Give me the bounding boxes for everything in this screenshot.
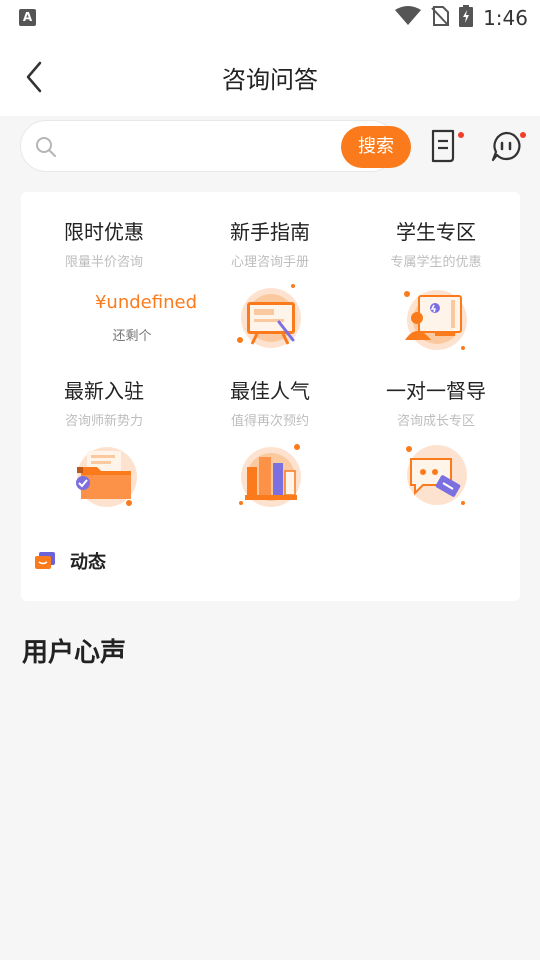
grid-item-new-arrivals[interactable]: 最新入驻 咨询师新势力 <box>21 375 187 525</box>
easel-icon <box>237 284 301 348</box>
page-title: 咨询问答 <box>222 66 318 94</box>
offer-remaining: 还剩个 <box>112 329 152 344</box>
status-right: 1:46 <box>395 5 528 31</box>
grid-item-title: 学生专区 <box>396 220 476 244</box>
note-button[interactable] <box>430 128 466 164</box>
chat-ticket-icon <box>406 445 467 505</box>
grid-item-beginner-guide[interactable]: 新手指南 心理咨询手册 <box>187 216 353 366</box>
offer-price: ¥undefined <box>94 292 197 313</box>
message-badge-dot <box>520 132 526 138</box>
search-button[interactable]: 搜索 <box>341 126 411 168</box>
grid-item-subtitle: 专属学生的优惠 <box>390 255 482 270</box>
dynamic-label: 动态 <box>70 552 106 573</box>
dynamic-entry[interactable]: 动态 <box>34 548 106 574</box>
grid-item-title: 最佳人气 <box>230 379 310 403</box>
student-icon <box>404 290 467 350</box>
grid-item-subtitle: 咨询成长专区 <box>396 414 475 429</box>
folder-icon <box>76 447 137 507</box>
grid-item-one-on-one-supervision[interactable]: 一对一督导 咨询成长专区 <box>353 375 519 525</box>
status-time: 1:46 <box>483 6 528 30</box>
grid-item-title: 限时优惠 <box>64 220 144 244</box>
books-icon <box>239 444 301 507</box>
grid-item-subtitle: 值得再次预约 <box>230 414 309 429</box>
grid-item-most-popular[interactable]: 最佳人气 值得再次预约 <box>187 375 353 525</box>
message-button[interactable] <box>488 128 528 168</box>
search-area: 搜索 <box>0 116 540 180</box>
grid-item-subtitle: 咨询师新势力 <box>64 414 143 429</box>
section-title-user-voices: 用户心声 <box>22 638 127 668</box>
battery-charging-icon <box>459 5 474 31</box>
grid-item-subtitle: 限量半价咨询 <box>64 255 143 270</box>
chat-bubbles-icon <box>35 552 55 569</box>
offer-price-block: ¥undefined 还剩个 <box>91 292 201 344</box>
grid-item-title: 新手指南 <box>230 220 310 244</box>
app-notification-icon: A <box>19 9 36 26</box>
grid-item-title: 最新入驻 <box>64 379 144 403</box>
category-card: 限时优惠 限量半价咨询 ¥undefined 还剩个 新手指南 心理咨询手册 学… <box>21 192 520 601</box>
header: 咨询问答 <box>0 36 540 116</box>
search-icon <box>36 137 56 157</box>
grid-item-subtitle: 心理咨询手册 <box>230 255 309 270</box>
note-badge-dot <box>458 132 464 138</box>
grid-item-student-zone[interactable]: 学生专区 专属学生的优惠 <box>353 216 519 366</box>
no-sim-icon <box>431 6 450 30</box>
wifi-icon <box>395 6 422 30</box>
status-bar: A 1:46 <box>0 0 540 36</box>
search-input[interactable]: 搜索 <box>20 120 411 172</box>
grid-item-title: 一对一督导 <box>386 379 486 403</box>
